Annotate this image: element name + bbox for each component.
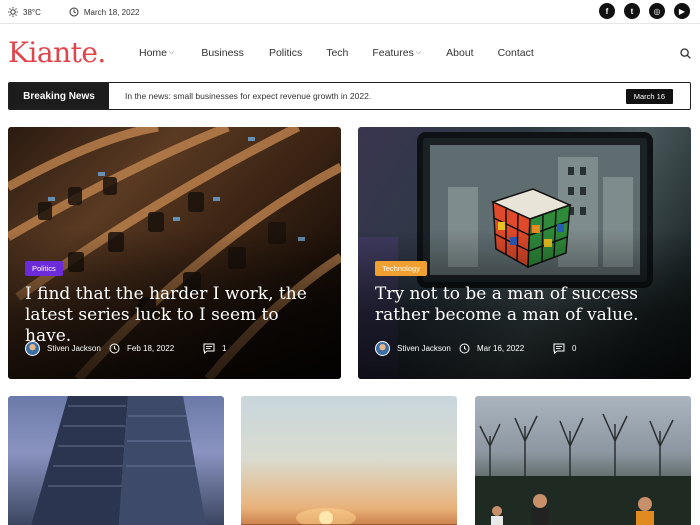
breaking-news-label: Breaking News <box>9 83 109 109</box>
nav-item-home[interactable]: Home ⌵ <box>139 47 174 59</box>
comment-count: 1 <box>222 344 227 353</box>
post-comments[interactable]: 1 <box>203 343 226 354</box>
temperature: 38°C <box>23 7 41 17</box>
date-text: Feb 18, 2022 <box>127 344 175 353</box>
twitter-icon[interactable]: t <box>624 3 640 19</box>
instagram-icon[interactable]: ◎ <box>649 3 665 19</box>
author-name: Stiven Jackson <box>397 344 451 353</box>
post-author[interactable]: Stiven Jackson <box>25 341 109 356</box>
clock-icon <box>109 343 120 354</box>
nav-label: Contact <box>497 47 534 59</box>
breaking-news-headline[interactable]: In the news: small businesses for expect… <box>125 91 371 101</box>
facebook-icon[interactable]: f <box>599 3 615 19</box>
nav-item-contact[interactable]: Contact <box>498 47 534 59</box>
comment-count: 0 <box>572 344 577 353</box>
nav-item-about[interactable]: About <box>446 47 473 59</box>
date-text: March 18, 2022 <box>83 7 140 17</box>
chevron-down-icon: ⌵ <box>415 49 422 56</box>
post-meta: Stiven Jackson Mar 16, 2022 0 <box>375 341 675 356</box>
post-image <box>31 396 207 525</box>
category-badge[interactable]: Politics <box>25 261 63 276</box>
post-thumbnail[interactable] <box>8 396 224 525</box>
avatar <box>25 341 40 356</box>
comment-icon <box>203 343 215 354</box>
chevron-down-icon: ⌵ <box>169 49 175 56</box>
nav-label: Features <box>372 47 414 59</box>
social-links: f t ◎ ▶ <box>590 3 690 19</box>
nav-label: Tech <box>326 47 349 59</box>
breaking-news-bar: Breaking News In the news: small busines… <box>8 82 691 110</box>
weather: 38°C <box>8 7 41 17</box>
top-bar: 38°C March 18, 2022 f t ◎ ▶ <box>0 0 700 24</box>
clock-icon <box>69 7 79 17</box>
sun-icon <box>8 7 18 17</box>
nav-item-features[interactable]: Features ⌵ <box>372 47 421 59</box>
category-badge[interactable]: Technology <box>375 261 427 276</box>
date-text: Mar 16, 2022 <box>477 344 525 353</box>
featured-post[interactable]: Politics I find that the harder I work, … <box>8 127 341 379</box>
nav-item-business[interactable]: Business <box>201 47 244 59</box>
nav-label: Home <box>139 47 168 59</box>
post-thumbnail[interactable] <box>475 396 691 525</box>
comment-icon <box>553 343 565 354</box>
avatar <box>375 341 390 356</box>
post-thumbnail[interactable] <box>241 396 457 525</box>
site-logo[interactable]: Kiante. <box>8 36 106 69</box>
author-name: Stiven Jackson <box>47 344 101 353</box>
nav-label: Politics <box>268 47 303 59</box>
nav-label: Business <box>201 47 244 59</box>
post-comments[interactable]: 0 <box>553 343 576 354</box>
clock-icon <box>459 343 470 354</box>
top-bar-info: 38°C March 18, 2022 <box>8 0 167 24</box>
nav-item-politics[interactable]: Politics <box>269 47 302 59</box>
breaking-news-date: March 16 <box>625 89 673 104</box>
post-image <box>475 413 691 525</box>
featured-post[interactable]: Technology Try not to be a man of succes… <box>358 127 691 379</box>
nav-label: About <box>446 47 474 59</box>
post-date: Mar 16, 2022 <box>459 343 553 354</box>
post-author[interactable]: Stiven Jackson <box>375 341 459 356</box>
post-image <box>241 508 457 525</box>
youtube-icon[interactable]: ▶ <box>674 3 690 19</box>
post-meta: Stiven Jackson Feb 18, 2022 1 <box>25 341 325 356</box>
nav-item-tech[interactable]: Tech <box>326 47 348 59</box>
current-date: March 18, 2022 <box>69 7 140 17</box>
main-nav: Home ⌵ Business Politics Tech Features ⌵ A… <box>139 47 534 59</box>
post-title[interactable]: I find that the harder I work, the lates… <box>25 284 330 347</box>
post-date: Feb 18, 2022 <box>109 343 203 354</box>
search-icon[interactable] <box>680 46 691 64</box>
post-title[interactable]: Try not to be a man of success rather be… <box>375 284 680 326</box>
